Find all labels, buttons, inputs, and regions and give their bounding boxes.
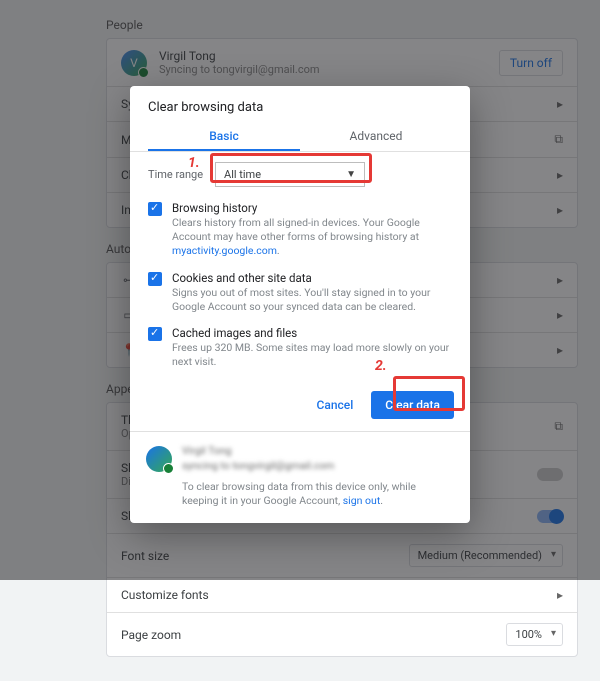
dialog-tabs: Basic Advanced (130, 121, 470, 152)
time-range-select[interactable]: All time ▼ (215, 162, 365, 187)
tab-basic[interactable]: Basic (148, 121, 300, 151)
option-cache[interactable]: Cached images and files Frees up 320 MB.… (144, 320, 456, 375)
divider (130, 431, 470, 432)
checkbox-checked-icon[interactable] (148, 327, 162, 341)
chevron-down-icon: ▼ (346, 169, 356, 180)
myactivity-link[interactable]: myactivity.google.com (172, 244, 277, 257)
checkbox-checked-icon[interactable] (148, 272, 162, 286)
cancel-button[interactable]: Cancel (307, 391, 364, 419)
page-zoom-select[interactable]: 100% (506, 623, 563, 646)
annotation-number-1: 1. (188, 155, 200, 171)
clear-data-button[interactable]: Clear data (371, 391, 454, 419)
profile-avatar (146, 446, 172, 472)
foot-email: syncing to tongvirgil@gmail.com (182, 459, 454, 474)
option-browsing-history[interactable]: Browsing history Clears history from all… (144, 195, 456, 265)
tab-advanced[interactable]: Advanced (300, 121, 452, 151)
sign-out-link[interactable]: sign out (343, 494, 380, 507)
foot-name: Virgil Tong (182, 444, 454, 459)
clear-options: Browsing history Clears history from all… (130, 193, 470, 381)
option-cookies[interactable]: Cookies and other site data Signs you ou… (144, 265, 456, 320)
chevron-right-icon: ▸ (557, 588, 563, 602)
settings-row[interactable]: Page zoom100% (107, 612, 577, 656)
dialog-title: Clear browsing data (130, 86, 470, 121)
time-range-value: All time (224, 168, 261, 181)
clear-browsing-data-dialog: Clear browsing data Basic Advanced Time … (130, 86, 470, 523)
annotation-number-2: 2. (375, 358, 387, 374)
settings-row[interactable]: Customize fonts▸ (107, 577, 577, 612)
checkbox-checked-icon[interactable] (148, 202, 162, 216)
